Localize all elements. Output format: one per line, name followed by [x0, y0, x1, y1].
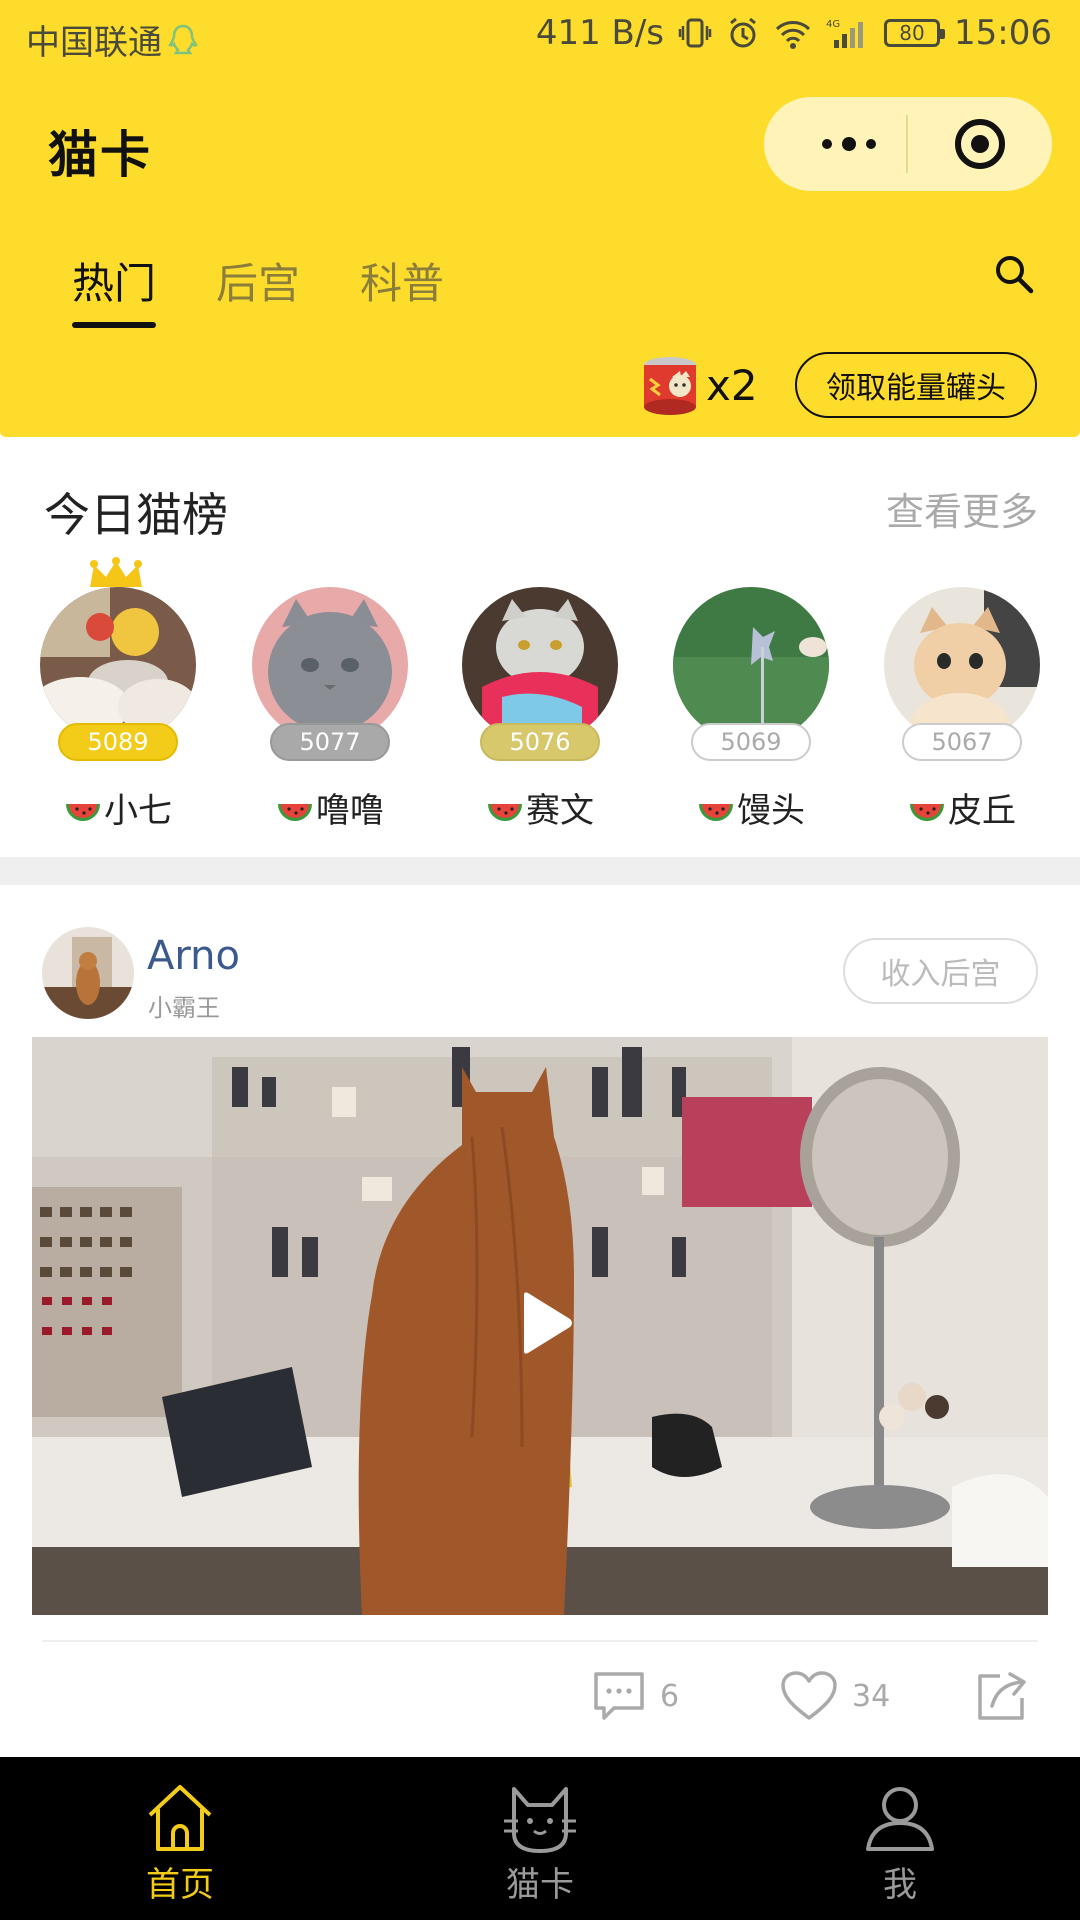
more-options-button[interactable]	[804, 119, 894, 169]
cat-avatar	[462, 587, 618, 743]
cat-icon	[504, 1787, 576, 1853]
share-icon	[978, 1672, 1026, 1720]
watermelon-icon	[910, 803, 944, 821]
cat-name: 噜噜	[250, 783, 410, 832]
ranking-item[interactable]: 5076 赛文	[460, 587, 620, 847]
tabbar-cat-card-label: 猫卡	[506, 1865, 574, 1905]
add-to-harem-button[interactable]: 收入后宫	[843, 938, 1038, 1004]
energy-row: x2 领取能量罐头	[0, 350, 1080, 430]
watermelon-icon	[699, 803, 733, 821]
close-target-icon[interactable]	[952, 116, 1008, 172]
ranking-item[interactable]: 5067 皮丘	[882, 587, 1042, 847]
comment-icon	[594, 1672, 644, 1720]
top-tabs: 热门 后宫 科普	[0, 250, 1080, 330]
clock-time: 15:06	[954, 13, 1052, 53]
cat-name: 馒头	[671, 783, 831, 832]
status-bar: 中国联通 411 B/s 4G 80 15:06	[0, 0, 1080, 76]
ranking-item[interactable]: 5069 馒头	[671, 587, 831, 847]
tab-science[interactable]: 科普	[360, 250, 444, 311]
cat-avatar	[40, 587, 196, 743]
ranking-item[interactable]: 5077 噜噜	[250, 587, 410, 847]
post-user-title: 小霸王	[148, 994, 220, 1022]
cellular-4g-icon: 4G	[826, 19, 864, 48]
user-avatar[interactable]	[42, 927, 134, 1019]
network-speed: 411 B/s	[535, 13, 665, 53]
cat-name: 赛文	[460, 783, 620, 832]
section-divider	[0, 857, 1080, 885]
cat-name: 小七	[38, 783, 198, 832]
watermelon-icon	[488, 803, 522, 821]
post-card: Arno 小霸王 收入后宫 6 34	[0, 885, 1080, 1757]
cat-name-label: 馒头	[737, 791, 805, 831]
today-ranking: 今日猫榜 查看更多 5089 小七 5077 噜噜 5076 赛文 5069 馒…	[0, 437, 1080, 857]
tabbar-cat-card[interactable]: 猫卡	[440, 1757, 640, 1920]
qq-notification-icon	[168, 24, 198, 54]
cat-name-label: 小七	[104, 791, 172, 831]
post-divider	[42, 1640, 1038, 1642]
app-title: 猫卡	[48, 126, 152, 184]
alarm-icon	[730, 17, 756, 48]
play-icon[interactable]	[518, 1291, 574, 1355]
comment-action[interactable]: 6	[592, 1668, 679, 1724]
battery-level: 80	[899, 21, 925, 45]
cat-name: 皮丘	[882, 783, 1042, 832]
carrier-label: 中国联通	[26, 23, 162, 63]
claim-energy-can-button[interactable]: 领取能量罐头	[795, 352, 1037, 418]
tabbar-home-label: 首页	[146, 1865, 214, 1905]
share-action[interactable]	[974, 1668, 1028, 1724]
cat-avatar	[252, 587, 408, 743]
cat-name-label: 噜噜	[316, 791, 384, 831]
user-icon	[866, 1787, 934, 1851]
ranking-item[interactable]: 5089 小七	[38, 557, 198, 847]
header: 中国联通 411 B/s 4G 80 15:06 猫卡 热门 后宫 科普 x2 …	[0, 0, 1080, 437]
watermelon-icon	[278, 803, 312, 821]
like-action[interactable]: 34	[780, 1668, 890, 1724]
score-badge: 5089	[58, 723, 178, 761]
energy-can-icon	[644, 357, 696, 415]
post-video[interactable]	[32, 1037, 1048, 1615]
tabbar-me[interactable]: 我	[800, 1757, 1000, 1920]
like-count: 34	[852, 1678, 891, 1714]
tab-harem[interactable]: 后宫	[216, 250, 300, 311]
wifi-icon	[775, 21, 811, 49]
search-icon[interactable]	[992, 252, 1036, 296]
cat-name-label: 赛文	[526, 791, 594, 831]
tabbar-me-label: 我	[883, 1865, 917, 1905]
score-badge: 5069	[691, 723, 811, 761]
home-icon	[148, 1785, 212, 1851]
energy-can-count: x2	[706, 361, 758, 410]
vibrate-icon	[678, 18, 712, 48]
tab-active-indicator	[72, 322, 156, 328]
heart-icon	[781, 1671, 837, 1720]
post-username[interactable]: Arno	[147, 933, 240, 979]
svg-text:4G: 4G	[826, 19, 840, 30]
score-badge: 5076	[480, 723, 600, 761]
cat-name-label: 皮丘	[948, 791, 1016, 831]
score-badge: 5067	[902, 723, 1022, 761]
tab-hot[interactable]: 热门	[72, 250, 156, 311]
crown-icon	[90, 557, 142, 587]
cat-avatar	[884, 587, 1040, 743]
battery-icon: 80	[884, 19, 946, 47]
score-badge: 5077	[270, 723, 390, 761]
ranking-title: 今日猫榜	[44, 488, 228, 542]
watermelon-icon	[66, 803, 100, 821]
mini-program-capsule	[764, 97, 1052, 191]
comment-count: 6	[660, 1678, 680, 1714]
cat-avatar	[673, 587, 829, 743]
ranking-more-link[interactable]: 查看更多	[886, 481, 1038, 536]
bottom-tab-bar: 首页 猫卡 我	[0, 1757, 1080, 1920]
tabbar-home[interactable]: 首页	[80, 1757, 280, 1920]
